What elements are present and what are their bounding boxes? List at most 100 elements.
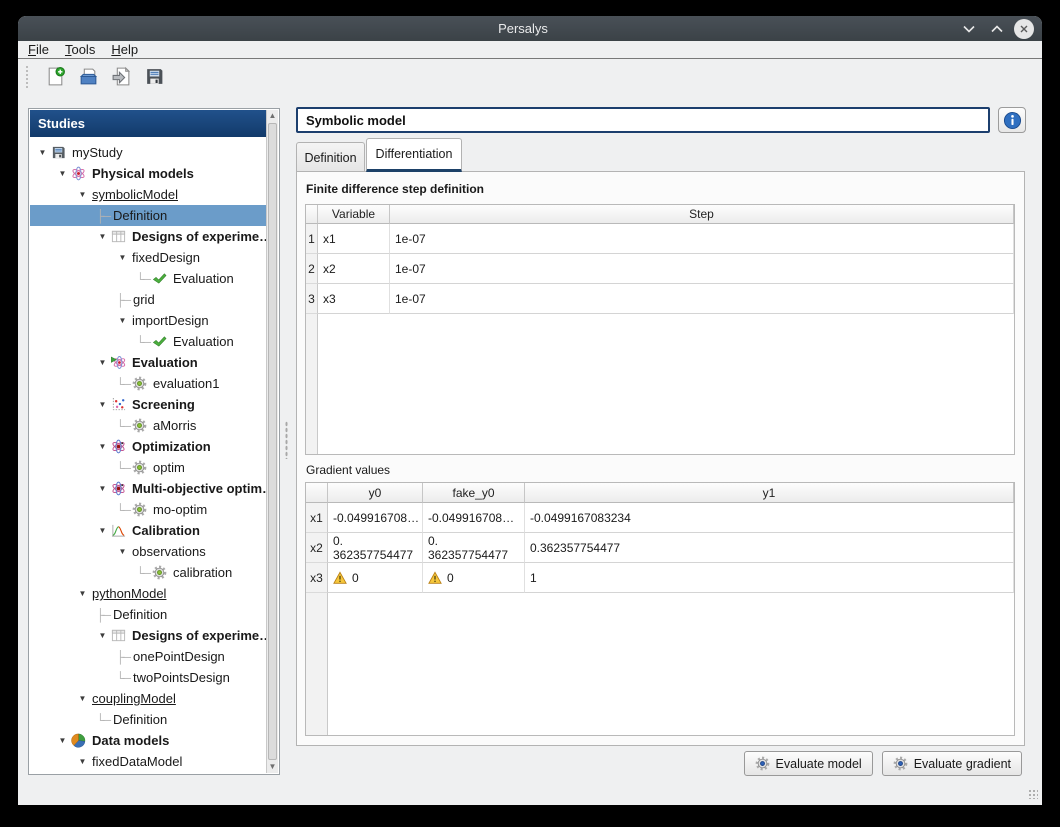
evaluate-gradient-button[interactable]: Evaluate gradient: [882, 751, 1022, 776]
size-grip[interactable]: [1028, 789, 1038, 799]
tree-item-evaluation1[interactable]: └─evaluation1: [30, 373, 266, 394]
gradient-cell[interactable]: 0. 362357754477: [423, 533, 525, 563]
cell-value: 0. 362357754477: [428, 534, 508, 562]
tree-item-optimization[interactable]: ▼Optimization: [30, 436, 266, 457]
gradient-cell[interactable]: 1: [525, 563, 1014, 593]
cell-value: 0: [447, 571, 454, 585]
tab-differentiation[interactable]: Differentiation: [366, 138, 462, 172]
tab-definition[interactable]: Definition: [296, 142, 365, 172]
menu-help[interactable]: Help: [111, 42, 138, 57]
tree-item-evaluation[interactable]: └─Evaluation: [30, 268, 266, 289]
gradient-cell[interactable]: -0.049916708…: [328, 503, 423, 533]
tree-item-onepointdesign[interactable]: ├─onePointDesign: [30, 646, 266, 667]
maximize-icon[interactable]: [986, 18, 1008, 40]
expand-arrow-icon[interactable]: ▼: [116, 547, 129, 556]
step-cell[interactable]: 1e-07: [390, 224, 1014, 254]
tree-item-evaluation[interactable]: └─Evaluation: [30, 331, 266, 352]
tree-item-multi-objective-optim[interactable]: ▼Multi-objective optim…: [30, 478, 266, 499]
model-name-input[interactable]: [296, 107, 990, 133]
gradient-cell[interactable]: 0. 362357754477: [328, 533, 423, 563]
tree-item-grid[interactable]: ├─grid: [30, 289, 266, 310]
tree-item-label: fixedDataModel: [89, 754, 185, 769]
variable-cell[interactable]: x3: [318, 284, 390, 314]
expand-arrow-icon[interactable]: ▼: [36, 148, 49, 157]
scroll-down-icon[interactable]: ▼: [267, 761, 278, 773]
tree-item-twopointsdesign[interactable]: └─twoPointsDesign: [30, 667, 266, 688]
menu-tools[interactable]: Tools: [65, 42, 95, 57]
tree-item-evaluation[interactable]: ▼Evaluation: [30, 352, 266, 373]
expand-arrow-icon[interactable]: ▼: [56, 736, 69, 745]
tree-item-designs-of-experime[interactable]: ▼Designs of experime…: [30, 226, 266, 247]
splitter-handle[interactable]: [285, 421, 288, 459]
expand-arrow-icon[interactable]: ▼: [76, 589, 89, 598]
expand-arrow-icon[interactable]: ▼: [96, 631, 109, 640]
gradient-cell[interactable]: 0.362357754477: [525, 533, 1014, 563]
expand-arrow-icon[interactable]: ▼: [116, 316, 129, 325]
tree-item-fixeddesign[interactable]: ▼fixedDesign: [30, 247, 266, 268]
minimize-icon[interactable]: [958, 18, 980, 40]
title-bar[interactable]: Persalys: [18, 16, 1042, 41]
tree-item-fixeddatamodel[interactable]: ▼fixedDataModel: [30, 751, 266, 772]
variable-cell[interactable]: x1: [318, 224, 390, 254]
tree-item-designs-of-experime[interactable]: ▼Designs of experime…: [30, 625, 266, 646]
expand-arrow-icon[interactable]: ▼: [96, 442, 109, 451]
step-cell[interactable]: 1e-07: [390, 254, 1014, 284]
tree-item-label: evaluation1: [150, 376, 223, 391]
tree-item-definition[interactable]: ├─Definition: [30, 604, 266, 625]
pie-icon: [71, 733, 86, 748]
menu-file[interactable]: File: [28, 42, 49, 57]
tree-item-screening[interactable]: ▼Screening: [30, 394, 266, 415]
gradient-cell[interactable]: 0: [328, 563, 423, 593]
gradient-cell[interactable]: 0: [423, 563, 525, 593]
expand-arrow-icon[interactable]: ▼: [116, 253, 129, 262]
save-icon[interactable]: [141, 64, 167, 90]
expand-arrow-icon[interactable]: ▼: [96, 358, 109, 367]
tree-item-physical-models[interactable]: ▼Physical models: [30, 163, 266, 184]
tree-item-definition[interactable]: ├─Definition: [30, 205, 266, 226]
expand-arrow-icon[interactable]: ▼: [96, 232, 109, 241]
expand-arrow-icon[interactable]: ▼: [56, 169, 69, 178]
tree-scrollbar[interactable]: ▲ ▼: [266, 110, 278, 773]
cell-value: 1: [530, 571, 537, 585]
expand-arrow-icon[interactable]: ▼: [76, 190, 89, 199]
row-number: 3: [306, 284, 318, 314]
tree-item-mystudy[interactable]: ▼myStudy: [30, 142, 266, 163]
import-icon[interactable]: [108, 64, 134, 90]
scroll-up-icon[interactable]: ▲: [267, 110, 278, 122]
tree-item-definition[interactable]: └─Definition: [30, 709, 266, 730]
tree-item-label: onePointDesign: [130, 649, 228, 664]
info-button[interactable]: [998, 107, 1026, 133]
tree-item-mo-optim[interactable]: └─mo-optim: [30, 499, 266, 520]
open-icon[interactable]: [75, 64, 101, 90]
variable-cell[interactable]: x2: [318, 254, 390, 284]
table-filler: [306, 314, 318, 454]
expand-arrow-icon[interactable]: ▼: [96, 526, 109, 535]
new-document-icon[interactable]: [42, 64, 68, 90]
tree-item-optim[interactable]: └─optim: [30, 457, 266, 478]
tree-item-calibration[interactable]: ▼Calibration: [30, 520, 266, 541]
scrollbar-thumb[interactable]: [268, 123, 277, 760]
gradient-cell[interactable]: -0.049916708…: [423, 503, 525, 533]
evaluate-model-button[interactable]: Evaluate model: [744, 751, 873, 776]
tree-item-symbolicmodel[interactable]: ▼symbolicModel: [30, 184, 266, 205]
tree-item-importdesign[interactable]: ▼importDesign: [30, 310, 266, 331]
tree-item-amorris[interactable]: └─aMorris: [30, 415, 266, 436]
step-cell[interactable]: 1e-07: [390, 284, 1014, 314]
close-icon[interactable]: [1014, 19, 1034, 39]
expand-arrow-icon[interactable]: ▼: [96, 400, 109, 409]
tree-item-calibration[interactable]: └─calibration: [30, 562, 266, 583]
gradient-cell[interactable]: -0.0499167083234: [525, 503, 1014, 533]
toolbar-drag-handle[interactable]: [25, 65, 30, 89]
expand-arrow-icon[interactable]: ▼: [76, 757, 89, 766]
tree-item-data-models[interactable]: ▼Data models: [30, 730, 266, 751]
tree-item-observations[interactable]: ▼observations: [30, 541, 266, 562]
tree-item-couplingmodel[interactable]: ▼couplingModel: [30, 688, 266, 709]
tree-item-label: twoPointsDesign: [130, 670, 233, 685]
expand-arrow-icon[interactable]: ▼: [96, 484, 109, 493]
tree-item-pythonmodel[interactable]: ▼pythonModel: [30, 583, 266, 604]
expand-arrow-icon[interactable]: ▼: [76, 694, 89, 703]
branch-line: └─: [136, 272, 150, 286]
studies-panel: Studies ▼myStudy▼Physical models▼symboli…: [28, 108, 280, 775]
row-header-x1: x1: [306, 503, 328, 533]
branch-line: └─: [136, 335, 150, 349]
